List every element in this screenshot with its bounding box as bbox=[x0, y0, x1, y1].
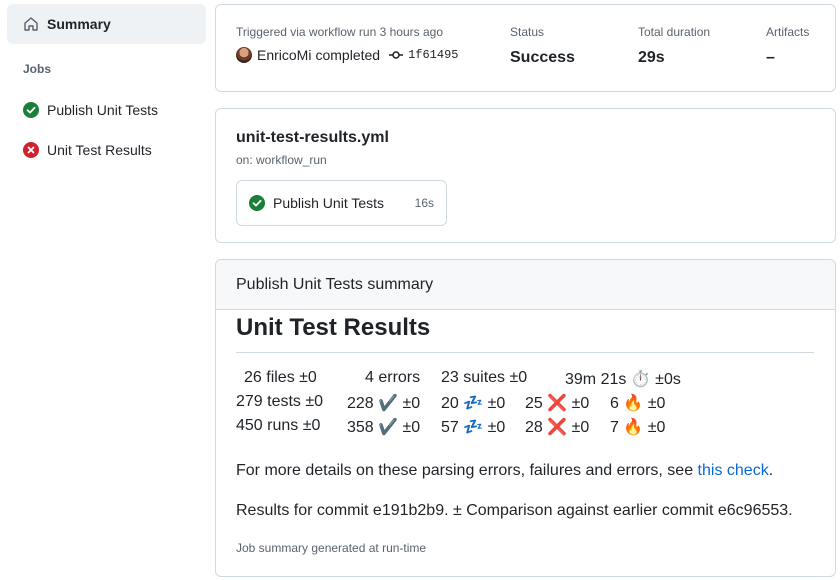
stat-cell: 57 💤 ±0 bbox=[441, 419, 506, 436]
details-paragraph: For more details on these parsing errors… bbox=[236, 459, 814, 483]
workflow-file-name: unit-test-results.yml bbox=[236, 129, 389, 146]
sidebar-job-publish-unit-tests[interactable]: Publish Unit Tests bbox=[23, 98, 158, 122]
commit-comparison-line: Results for commit e191b2b9. ± Compariso… bbox=[236, 502, 793, 519]
details-prefix: For more details on these parsing errors… bbox=[236, 462, 698, 479]
sidebar-job-unit-test-results[interactable]: Unit Test Results bbox=[23, 138, 152, 162]
summary-header: Publish Unit Tests summary bbox=[216, 260, 835, 310]
stat-cell: 358 ✔️ ±0 bbox=[347, 419, 421, 436]
stat-cell: 450 runs ±0 bbox=[236, 417, 321, 434]
artifacts-value: – bbox=[766, 49, 775, 66]
workflow-card: unit-test-results.yml on: workflow_run P… bbox=[215, 108, 836, 243]
stat-cell: 20 💤 ±0 bbox=[441, 395, 506, 412]
nav-summary-label: Summary bbox=[47, 16, 111, 32]
stat-cell: 23 suites ±0 bbox=[441, 369, 528, 386]
status-label: Status bbox=[510, 25, 545, 39]
stat-cell: 6 🔥 ±0 bbox=[610, 395, 666, 412]
summary-title: Unit Test Results bbox=[236, 314, 814, 353]
stat-cell: 39m 21s ⏱️ ±0s bbox=[565, 371, 681, 388]
stat-cell: 26 files ±0 bbox=[244, 369, 317, 386]
home-icon bbox=[23, 16, 39, 32]
check-circle-icon bbox=[249, 195, 265, 211]
x-circle-icon bbox=[23, 142, 39, 158]
status-value: Success bbox=[510, 49, 575, 66]
stat-cell: 279 tests ±0 bbox=[236, 393, 324, 410]
artifacts-column: Artifacts – bbox=[766, 25, 809, 67]
actor-action: completed bbox=[315, 47, 381, 63]
summary-body: Unit Test Results 26 files ±0 4 errors 2… bbox=[236, 310, 814, 555]
trigger-column: Triggered via workflow run 3 hours ago E… bbox=[236, 25, 458, 63]
actor-name[interactable]: EnricoMi bbox=[257, 47, 311, 63]
stats-table: 26 files ±0 4 errors 23 suites ±0 39m 21… bbox=[236, 369, 814, 441]
run-info-card: Triggered via workflow run 3 hours ago E… bbox=[215, 4, 836, 92]
nav-summary-item[interactable]: Summary bbox=[7, 4, 206, 44]
stat-cell: 28 ❌ ±0 bbox=[525, 419, 590, 436]
this-check-link[interactable]: this check bbox=[698, 462, 769, 479]
stat-cell: 4 errors bbox=[365, 369, 421, 386]
summary-header-title: Publish Unit Tests summary bbox=[236, 275, 434, 293]
details-suffix: . bbox=[768, 462, 774, 479]
status-column: Status Success bbox=[510, 25, 575, 67]
trigger-text: Triggered via workflow run 3 hours ago bbox=[236, 25, 443, 39]
workflow-job-node[interactable]: Publish Unit Tests 16s bbox=[236, 180, 447, 226]
job-summary-card: Publish Unit Tests summary Unit Test Res… bbox=[215, 259, 836, 577]
duration-value: 29s bbox=[638, 49, 665, 66]
duration-label: Total duration bbox=[638, 25, 711, 39]
commit-sha-link[interactable]: 1f61495 bbox=[408, 48, 458, 62]
stat-cell: 7 🔥 ±0 bbox=[610, 419, 666, 436]
sidebar-job-label: Unit Test Results bbox=[47, 142, 152, 158]
sidebar-job-label: Publish Unit Tests bbox=[47, 102, 159, 118]
duration-column: Total duration 29s bbox=[638, 25, 710, 67]
git-commit-icon bbox=[388, 47, 404, 63]
stat-cell: 228 ✔️ ±0 bbox=[347, 395, 421, 412]
check-circle-icon bbox=[23, 102, 39, 118]
workflow-job-name: Publish Unit Tests bbox=[273, 195, 385, 211]
artifacts-label: Artifacts bbox=[766, 25, 810, 39]
summary-footnote: Job summary generated at run-time bbox=[236, 541, 427, 555]
stat-cell: 25 ❌ ±0 bbox=[525, 395, 590, 412]
avatar[interactable] bbox=[236, 47, 252, 63]
sidebar: Summary Jobs Publish Unit Tests Unit Tes… bbox=[0, 0, 215, 580]
workflow-trigger: on: workflow_run bbox=[236, 153, 327, 167]
workflow-job-duration: 16s bbox=[414, 196, 434, 210]
jobs-heading: Jobs bbox=[23, 62, 52, 76]
